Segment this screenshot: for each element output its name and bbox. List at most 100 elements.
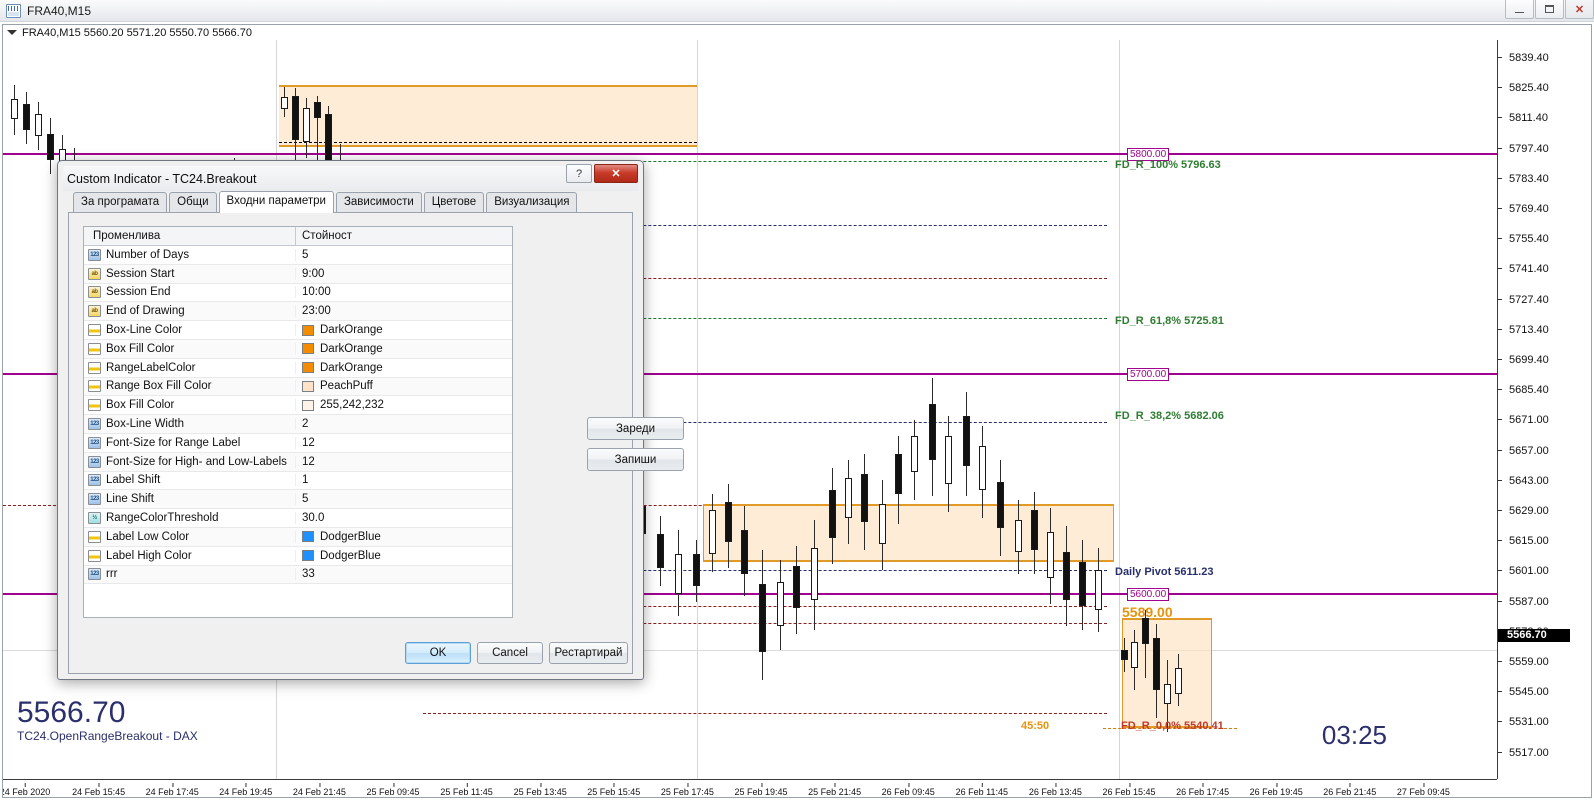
time-axis-tick: 26 Feb 19:45 [1250, 783, 1303, 797]
parameter-row[interactable]: 123 Box-Line Width 2 [84, 415, 512, 434]
parameter-row[interactable]: ab End of Drawing 23:00 [84, 302, 512, 322]
range-high-label: 5589.00 [1122, 604, 1173, 620]
parameter-value-cell[interactable]: 5 [296, 249, 512, 261]
parameter-value-cell[interactable]: DarkOrange [296, 324, 512, 336]
parameter-row[interactable]: Box Fill Color 255,242,232 [84, 396, 512, 416]
parameter-name-cell: Range Box Fill Color [84, 380, 296, 393]
dialog-close-button[interactable]: ✕ [594, 164, 638, 183]
parameter-name-cell: Label High Color [84, 549, 296, 562]
parameter-value: 9:00 [302, 267, 325, 280]
candlestick [47, 118, 55, 174]
tab-common[interactable]: Общи [169, 192, 217, 212]
time-axis-tick: 26 Feb 21:45 [1323, 783, 1376, 797]
candlestick [303, 98, 311, 158]
close-button[interactable]: ✕ [1565, 0, 1594, 19]
tab-dependencies[interactable]: Зависимости [335, 192, 422, 212]
parameter-value-cell[interactable]: DarkOrange [296, 362, 512, 374]
time-tick-mark [1128, 783, 1130, 787]
parameter-name-cell: Box-Line Color [84, 324, 296, 337]
parameter-label: Session Start [106, 267, 175, 280]
price-axis-tick: 5657.00 [1498, 445, 1591, 457]
price-axis-tick: 5587.00 [1498, 596, 1591, 608]
ok-button[interactable]: OK [405, 642, 471, 664]
time-axis-tick: 26 Feb 09:45 [882, 783, 935, 797]
parameter-value-cell[interactable]: DarkOrange [296, 343, 512, 355]
time-tick-mark [760, 783, 762, 787]
parameter-value: DarkOrange [320, 324, 383, 337]
parameter-value-cell[interactable]: 255,242,232 [296, 399, 512, 411]
candlestick [1047, 508, 1055, 604]
price-axis-tick: 5531.00 [1498, 716, 1591, 728]
parameter-row[interactable]: 123 rrr 33 [84, 565, 512, 585]
parameter-row[interactable]: 123 Number of Days 5 [84, 246, 512, 265]
color-swatch-icon [302, 362, 314, 374]
cancel-button[interactable]: Cancel [477, 642, 543, 664]
parameter-row[interactable]: ½ RangeColorThreshold 30.0 [84, 509, 512, 528]
parameter-value: 5 [302, 248, 309, 261]
candlestick [314, 96, 322, 162]
parameter-value-cell[interactable]: 9:00 [296, 268, 512, 280]
parameter-row[interactable]: 123 Label Shift 1 [84, 472, 512, 491]
time-axis-tick: 25 Feb 11:45 [440, 783, 493, 797]
parameter-row[interactable]: Label Low Color DodgerBlue [84, 527, 512, 547]
parameter-row[interactable]: 123 Font-Size for High- and Low-Labels 12 [84, 452, 512, 472]
dialog-title-bar[interactable]: Custom Indicator - TC24.Breakout ? ✕ [63, 164, 638, 191]
parameters-grid[interactable]: Променлива Стойност 123 Number of Days 5 ab… [83, 226, 513, 618]
load-preset-button[interactable]: Зареди [587, 417, 684, 440]
parameter-value-cell[interactable]: DodgerBlue [296, 531, 512, 543]
parameter-row[interactable]: RangeLabelColor DarkOrange [84, 359, 512, 378]
parameter-row[interactable]: Range Box Fill Color PeachPuff [84, 377, 512, 397]
maximize-button[interactable] [1535, 0, 1564, 19]
parameter-value-cell[interactable]: 12 [296, 437, 512, 449]
time-tick-mark [172, 783, 174, 787]
parameter-row[interactable]: Box Fill Color DarkOrange [84, 339, 512, 359]
parameter-value-cell[interactable]: 23:00 [296, 305, 512, 317]
parameter-value-cell[interactable]: 1 [296, 474, 512, 486]
price-axis[interactable]: 5839.40 5825.40 5811.40 5797.40 5783.40 5769.… [1497, 40, 1591, 779]
tab-about[interactable]: За програмата [73, 192, 168, 212]
parameter-value-cell[interactable]: 30.0 [296, 512, 512, 524]
price-axis-tick: 5741.40 [1498, 263, 1591, 275]
chart-clock: 03:25 [1321, 720, 1387, 750]
collapse-triangle-icon[interactable] [7, 30, 17, 35]
custom-indicator-dialog[interactable]: Custom Indicator - TC24.Breakout ? ✕ За … [57, 160, 684, 680]
parameter-row[interactable]: ab Session End 10:00 [84, 284, 512, 303]
parameter-row[interactable]: Label High Color DodgerBlue [84, 547, 512, 566]
parameter-value-cell[interactable]: 33 [296, 568, 512, 580]
time-axis-tick: 24 Feb 21:45 [293, 783, 346, 797]
parameter-value: 10:00 [302, 286, 331, 299]
parameter-value-cell[interactable]: 12 [296, 456, 512, 468]
time-axis-tick: 24 Feb 15:45 [72, 783, 125, 797]
parameter-value-cell[interactable]: DodgerBlue [296, 550, 512, 562]
restart-button[interactable]: Рестартирай [549, 642, 628, 664]
parameter-value-cell[interactable]: 10:00 [296, 286, 512, 298]
parameter-name-cell: Label Low Color [84, 530, 296, 543]
minimize-button[interactable] [1505, 0, 1534, 19]
parameter-name-cell: RangeLabelColor [84, 361, 296, 374]
time-tick-mark [613, 783, 615, 787]
parameter-row[interactable]: ab Session Start 9:00 [84, 264, 512, 284]
tab-visualization[interactable]: Визуализация [486, 192, 578, 212]
parameter-name-cell: ab End of Drawing [84, 305, 296, 318]
save-preset-button[interactable]: Запиши [587, 448, 684, 471]
parameter-value-cell[interactable]: 2 [296, 418, 512, 430]
parameter-row[interactable]: 123 Line Shift 5 [84, 490, 512, 510]
parameter-value-cell[interactable]: PeachPuff [296, 380, 512, 392]
color-icon [88, 324, 101, 337]
candlestick [895, 436, 903, 524]
fib-overlap-label: FD_R_0,0% 5540.41 [1121, 720, 1224, 732]
parameter-row[interactable]: Box-Line Color DarkOrange [84, 321, 512, 340]
time-axis[interactable]: 24 Feb 2020 24 Feb 15:45 24 Feb 17:45 24 Fe… [3, 779, 1497, 797]
help-button[interactable]: ? [566, 164, 592, 183]
time-axis-tick: 25 Feb 17:45 [661, 783, 714, 797]
candlestick [1015, 500, 1023, 574]
parameter-value-cell[interactable]: 5 [296, 493, 512, 505]
tab-inputs[interactable]: Входни параметри [218, 191, 334, 213]
tab-colors[interactable]: Цветове [423, 192, 485, 212]
color-icon [88, 380, 101, 393]
parameter-row[interactable]: 123 Font-Size for Range Label 12 [84, 434, 512, 453]
price-axis-tick: 5643.00 [1498, 475, 1591, 487]
color-icon [88, 549, 101, 562]
fib-r-618-label: FD_R_61,8% 5725.81 [1115, 315, 1224, 327]
candlestick [35, 102, 43, 150]
